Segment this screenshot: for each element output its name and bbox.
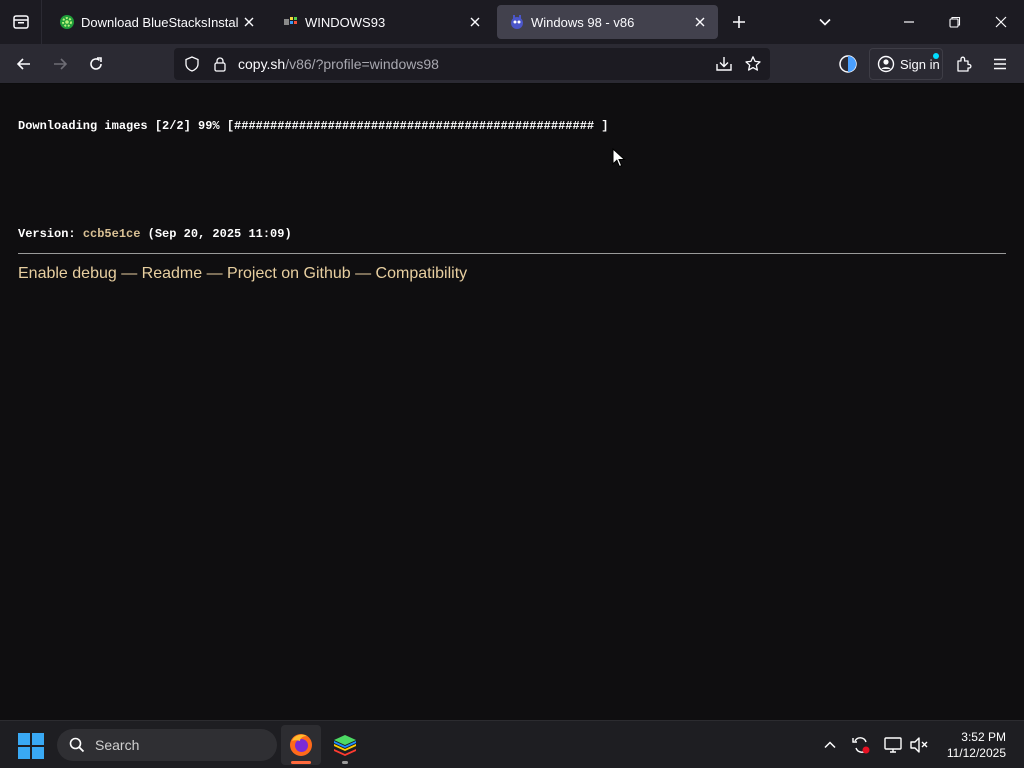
- address-bar[interactable]: copy.sh/v86/?profile=windows98: [174, 48, 770, 80]
- running-indicator: [342, 761, 348, 764]
- menu-button[interactable]: [986, 50, 1014, 78]
- taskbar-search[interactable]: Search: [57, 729, 277, 761]
- bookmark-star-icon[interactable]: [743, 54, 763, 74]
- compatibility-link[interactable]: Compatibility: [376, 265, 468, 282]
- version-date: (Sep 20, 2025 11:09): [140, 227, 292, 241]
- notification-dot: [933, 53, 939, 59]
- download-progress-text: Downloading images [2/2] 99% [##########…: [18, 119, 609, 133]
- chevron-down-icon: [819, 18, 831, 26]
- divider: [18, 253, 1006, 254]
- minimize-button[interactable]: [886, 0, 932, 44]
- windows93-icon: [283, 14, 299, 30]
- sync-status-tray-button[interactable]: [851, 735, 871, 755]
- firefox-view-button[interactable]: [0, 0, 42, 44]
- navigation-toolbar: copy.sh/v86/?profile=windows98 Sign in: [0, 44, 1024, 84]
- save-page-icon[interactable]: [714, 54, 734, 74]
- restore-button[interactable]: [932, 0, 978, 44]
- url-path: /v86/?profile=windows98: [285, 56, 439, 72]
- reload-icon: [90, 57, 102, 70]
- sync-error-icon: [852, 737, 870, 754]
- link-separator: —: [116, 265, 142, 282]
- version-hash-link[interactable]: ccb5e1ce: [83, 227, 141, 241]
- list-all-tabs-button[interactable]: [813, 10, 837, 34]
- close-window-button[interactable]: [978, 0, 1024, 44]
- sign-in-button[interactable]: Sign in: [869, 48, 943, 80]
- firefox-taskbar-button[interactable]: [281, 725, 321, 765]
- tab-windows93[interactable]: WINDOWS93: [271, 5, 493, 39]
- clock-time: 3:52 PM: [961, 730, 1006, 744]
- footer-links: Enable debug — Readme — Project on Githu…: [18, 265, 467, 283]
- chevron-up-icon: [824, 741, 836, 749]
- firefox-view-icon: [12, 15, 29, 29]
- plus-icon: [733, 16, 745, 28]
- puzzle-piece-icon: [957, 56, 972, 72]
- search-icon: [69, 737, 85, 753]
- version-info: Version: ccb5e1ce (Sep 20, 2025 11:09): [18, 227, 292, 241]
- enable-debug-link[interactable]: Enable debug: [18, 265, 117, 282]
- volume-tray-button[interactable]: [909, 735, 929, 755]
- windows-logo-pane: [32, 747, 44, 759]
- tab-title: Windows 98 - v86: [531, 14, 635, 30]
- mouse-pointer-icon: [612, 148, 626, 168]
- hamburger-menu-icon: [994, 58, 1006, 70]
- lock-icon[interactable]: [210, 54, 230, 74]
- windows-taskbar: Search 3:52 PM 11/12/2025: [0, 720, 1024, 768]
- bluestacks-taskbar-button[interactable]: [325, 725, 365, 765]
- close-tab-icon[interactable]: [465, 12, 485, 32]
- show-hidden-icons-button[interactable]: [820, 735, 840, 755]
- close-icon: [995, 16, 1007, 28]
- v86-icon: [509, 14, 525, 30]
- windows-logo-pane: [32, 733, 44, 745]
- page-content: Downloading images [2/2] 99% [##########…: [0, 85, 1024, 720]
- start-button[interactable]: [18, 733, 44, 759]
- readme-link[interactable]: Readme: [142, 265, 202, 282]
- arrow-left-icon: [16, 58, 30, 70]
- reload-button[interactable]: [82, 50, 110, 78]
- tab-windows98-v86[interactable]: Windows 98 - v86: [497, 5, 718, 39]
- link-separator: —: [202, 265, 228, 282]
- system-clock[interactable]: 3:52 PM 11/12/2025: [938, 729, 1006, 761]
- version-label: Version:: [18, 227, 83, 241]
- github-project-link[interactable]: Project on Github: [227, 265, 351, 282]
- arrow-right-icon: [54, 58, 68, 70]
- monitor-icon: [884, 737, 902, 753]
- tab-strip: Download BlueStacksInstaller_5 WINDOWS93…: [0, 0, 1024, 44]
- url-text[interactable]: copy.sh/v86/?profile=windows98: [238, 56, 439, 72]
- tab-title: Download BlueStacksInstaller_5: [81, 14, 239, 30]
- running-indicator: [291, 761, 311, 764]
- bluestacks-gear-icon: [59, 14, 75, 30]
- windows-logo-pane: [18, 747, 30, 759]
- bluestacks-icon: [334, 735, 356, 756]
- tracking-protection-shield-icon[interactable]: [182, 54, 202, 74]
- extensions-button[interactable]: [950, 50, 978, 78]
- clock-date: 11/12/2025: [946, 746, 1006, 760]
- display-tray-button[interactable]: [883, 735, 903, 755]
- minimize-icon: [904, 21, 914, 23]
- vpn-button[interactable]: [834, 50, 862, 78]
- search-label: Search: [95, 737, 140, 753]
- close-tab-icon[interactable]: [690, 12, 710, 32]
- forward-button[interactable]: [46, 50, 74, 78]
- link-separator: —: [350, 265, 376, 282]
- tab-bluestacks[interactable]: Download BlueStacksInstaller_5: [47, 5, 267, 39]
- vpn-icon: [839, 55, 857, 73]
- sign-in-label: Sign in: [900, 56, 940, 72]
- close-tab-icon[interactable]: [239, 12, 259, 32]
- tab-title: WINDOWS93: [305, 14, 386, 30]
- account-icon: [877, 55, 895, 73]
- windows-logo-icon: [18, 733, 30, 745]
- firefox-icon: [290, 734, 312, 756]
- new-tab-button[interactable]: [727, 10, 751, 34]
- speaker-muted-icon: [910, 737, 928, 753]
- url-host: copy.sh: [238, 56, 286, 72]
- restore-icon: [949, 16, 961, 28]
- back-button[interactable]: [10, 50, 38, 78]
